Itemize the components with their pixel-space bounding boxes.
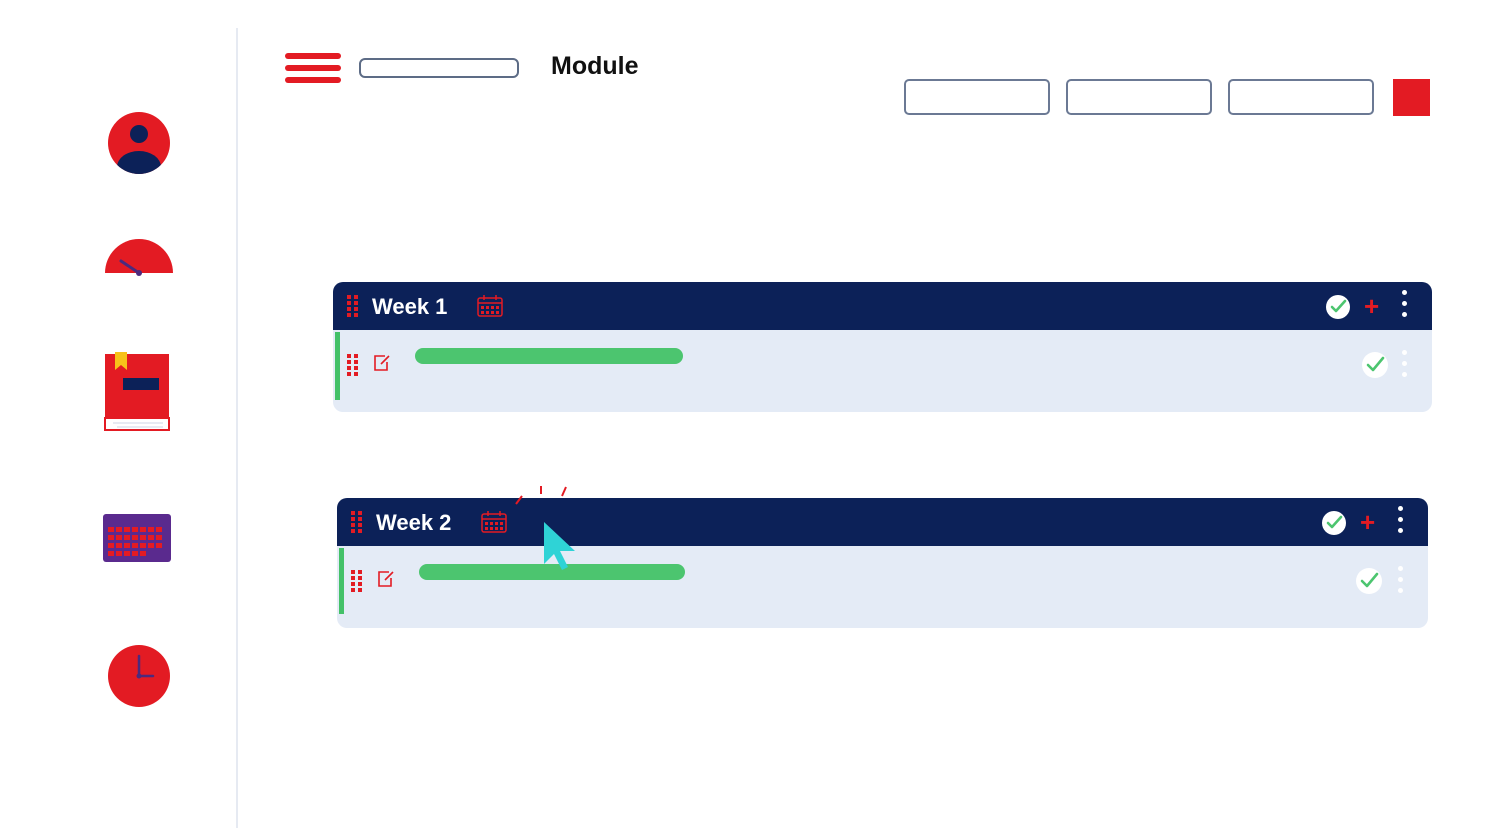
- calendar-icon[interactable]: [103, 514, 171, 562]
- clock-icon[interactable]: [107, 644, 171, 708]
- page-title: Module: [551, 52, 639, 80]
- check-circle-icon[interactable]: [1356, 568, 1382, 594]
- drag-handle-icon[interactable]: [351, 570, 363, 592]
- check-circle-icon[interactable]: [1326, 295, 1350, 319]
- week-title: Week 1: [372, 294, 448, 319]
- progress-bar: [415, 348, 683, 364]
- user-profile-icon[interactable]: [107, 111, 171, 175]
- week-header[interactable]: Week 2 +: [337, 498, 1428, 546]
- calendar-icon[interactable]: [477, 295, 503, 317]
- plus-icon[interactable]: +: [1364, 293, 1379, 319]
- drag-handle-icon[interactable]: [351, 511, 363, 533]
- drag-handle-icon[interactable]: [347, 295, 359, 317]
- sidebar-divider: [236, 28, 238, 828]
- check-circle-icon[interactable]: [1322, 511, 1346, 535]
- drag-handle-icon[interactable]: [347, 354, 359, 376]
- mouse-pointer-icon: [515, 486, 575, 570]
- week-header[interactable]: Week 1 +: [333, 282, 1432, 330]
- more-vertical-icon[interactable]: [1402, 290, 1408, 323]
- edit-icon[interactable]: [373, 354, 391, 372]
- header-button-2[interactable]: [1066, 79, 1212, 115]
- header-button-3[interactable]: [1228, 79, 1374, 115]
- dashboard-gauge-icon[interactable]: [103, 236, 175, 276]
- check-circle-icon[interactable]: [1362, 352, 1388, 378]
- week-title: Week 2: [376, 510, 452, 535]
- search-input[interactable]: [359, 58, 519, 78]
- calendar-icon[interactable]: [481, 511, 507, 533]
- hamburger-icon[interactable]: [285, 53, 341, 85]
- plus-icon[interactable]: +: [1360, 509, 1375, 535]
- week-card-2: Week 2 +: [337, 498, 1428, 628]
- row-accent: [339, 548, 344, 614]
- row-accent: [335, 332, 340, 400]
- more-vertical-icon[interactable]: [1398, 566, 1404, 599]
- more-vertical-icon[interactable]: [1402, 350, 1408, 383]
- edit-icon[interactable]: [377, 570, 395, 588]
- week-card-1: Week 1 +: [333, 282, 1432, 412]
- more-vertical-icon[interactable]: [1398, 506, 1404, 539]
- header-action-square[interactable]: [1393, 79, 1430, 116]
- book-icon[interactable]: [103, 352, 171, 434]
- header-button-1[interactable]: [904, 79, 1050, 115]
